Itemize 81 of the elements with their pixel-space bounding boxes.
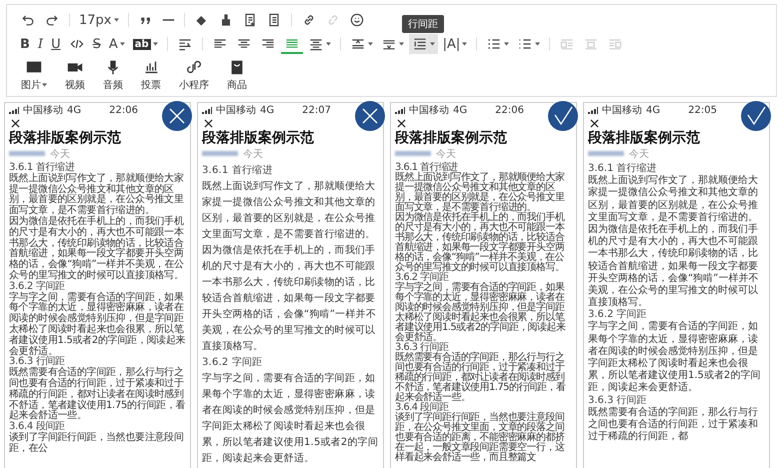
network-type: 4G [453,105,468,116]
italic-button[interactable]: I [34,34,46,54]
section-heading: 3.6.3 行间距 [9,357,65,368]
paragraph: 因为微信是依托在手机上的，而我们手机的尺寸是有大小的，再大也不可能跟一本书那么大，传统印刷读物的话，比较适合首航缩进，如果每一段文字都要开头空两格的话，会像“狗啃”一样并不美观，在公众号的里写推文的时候可以直接顶格写。 [395,213,566,273]
section-heading: 3.6.3 行间距 [588,394,648,407]
carrier-name: 中国移动 [409,105,449,116]
paragraph: 谈到了字间距行间距，当然也要注意段间距，在公 [9,432,185,455]
section-heading: 3.6.3 行间距 [395,343,449,353]
highlight-button[interactable]: ab [130,34,161,54]
close-icon[interactable] [590,119,599,128]
article-title: 段落排版案例示范 [9,130,122,147]
paragraph: 因为微信是依托在手机上的，而我们手机的尺寸是有大小的，再大也不可能跟一本书那么大，传统印刷读物的话，比较适合首航缩进，如果每一段文字都要开头空两格的话，会像“狗啃”一样并不美观，在公众号的里写推文的时候可以直接顶格写。 [588,224,760,308]
line-height-icon [412,36,428,52]
strikethrough-button[interactable]: S [90,34,104,54]
article-title: 段落排版案例示范 [588,130,701,147]
paragraph: 既然需要有合适的字间距，那么行与行之间也要有合适的行间距，过于紧凑和过于稀疏的行间距，都 [588,406,759,444]
section-heading: 3.6.2 字间距 [588,309,648,320]
close-icon[interactable] [397,119,406,128]
signal-icon [588,107,598,114]
status-time: 22:05 [688,105,717,116]
paragraph: 既然上面说到写作文了，那就顺便给大家提一提微信公众号推文和其他文章的区别，最首要的区别就是，在公众号推文里面写文章，是不需要首行缩进的。 [202,180,376,242]
close-icon[interactable] [11,119,20,128]
carrier-name: 中国移动 [602,105,642,116]
paragraph: 既然上面说到写作文了，那就顺便给大家提一提微信公众号推文和其他文章的区别，最首要的区别就是，在公众号推文里面写文章，是不需要首行缩进的。 [9,174,185,216]
network-type: 4G [67,105,82,116]
poll-button[interactable]: 投票 [139,58,163,92]
signal-icon [202,107,212,114]
close-icon[interactable] [204,119,213,128]
letter-spacing-button[interactable]: |A| [440,34,470,54]
article-title: 段落排版案例示范 [202,130,315,147]
carrier-name: 中国移动 [216,105,256,116]
underline-button[interactable]: U [48,34,64,54]
emoji-icon [348,12,364,28]
section-heading: 3.6.2 字间距 [9,282,66,292]
paragraph: 字与字之间，需要有合适的字间距，如果每个字靠的太近，显得密密麻麻，读者在阅读的时候会感觉特别压抑，但是字间距太稀松了阅读时看起来也会很累，所以笔者建议使用1.5或者2的字间距，阅读起来会更舒适。 [395,283,566,343]
blurred-author-name [588,151,624,156]
section-heading: 3.6.4 段间距 [9,422,65,432]
section-heading: 3.6.4 段间距 [395,403,449,413]
blurred-author-name [9,151,45,156]
status-time: 22:06 [495,105,524,116]
section-heading: 3.6.2 字间距 [202,356,264,370]
mini-program-button[interactable]: 小程序 [177,58,211,92]
network-type: 4G [260,105,274,116]
tooltip: 行间距 [402,15,444,33]
status-time: 22:06 [109,105,138,116]
font-size-dropdown-button[interactable]: 17px [76,10,122,30]
status-time: 22:07 [302,105,331,116]
paragraph: 字与字之间，需要有合适的字间距，如果每个字靠的太近，显得密密麻麻，读者在阅读的时候会感觉特别压抑，但是字间距太稀松了阅读时看起来也会很累，所以笔者建议使用1.5或者2的字间距，阅读起来会更舒适。 [202,372,379,466]
section-heading: 3.6.1 首行缩进 [588,163,658,174]
section-heading: 3.6.2 字间距 [395,273,450,283]
section-heading: 3.6.1 首行缩进 [9,163,76,173]
paragraph: 既然上面说到写作文了，那就顺便给大家提一提微信公众号推文和其他文章的区别，最首要的区别就是，在公众号推文里面写文章，是不需要首行缩进的。 [588,175,759,224]
paragraph: 因为微信是依托在手机上的，而我们手机的尺寸是有大小的，再大也不可能跟一本书那么大，传统印刷读物的话，比较适合首航缩进，如果每一段文字都要开头空两格的话，会像“狗啃”一样并不美观，在公众号的里写推文的时候可以直接顶格写。 [202,244,377,354]
audio-button[interactable]: 音频 [101,58,125,92]
publish-date: 今天 [629,148,649,160]
paragraph: 因为微信是依托在手机上的，而我们手机的尺寸是有大小的，再大也不可能跟一本书那么大，传统印刷读物的话，比较适合首航缩进，如果每一段文字都要开头空两格的话，会像“狗啃”一样并不美观，在公众号的里写推文的时候可以直接顶格写。 [9,216,185,281]
image-button[interactable]: 图片 [19,58,49,92]
paragraph: 字与字之间，需要有合适的字间距，如果每个字靠的太近，显得密密麻麻，读者在阅读的时候会感觉特别压抑，但是字间距太稀松了阅读时看起来也会很累，所以笔者建议使用1.5或者2的字间距，阅读起来会更舒适。 [588,321,762,395]
bold-button[interactable]: B [17,34,33,54]
video-button[interactable]: 视频 [63,58,87,92]
paragraph: 字与字之间，需要有合适的字间距，如果每个字靠的太近，显得密密麻麻，读者在阅读的时候会感觉特别压抑，但是字间距太稀松了阅读时看起来也会很累，所以笔者建议使用1.5或者2的字间距，阅读起来会更舒适。 [9,292,186,357]
blurred-author-name [395,151,431,156]
paragraph: 既然需要有合适的字间距，那么行与行之间也要有合适的行间距，过于紧凑和过于稀疏的行间距，都对让读者在阅读时感到不舒适，笔者建议使用1.75的行间距，看起来会舒适一些。 [395,353,566,403]
paragraph: 谈到了字间距行间距，当然也要注意段间距，在公众号推文里面，文章的段落之间也要有合适的距离，不能密密麻麻的都挤在一起，一般文章段间距需要空一行，这样看起来会舒适一些，而且整篇文 [395,413,566,463]
publish-date: 今天 [436,148,456,160]
signal-icon [9,107,19,114]
network-type: 4G [646,105,660,116]
font-color-button[interactable]: A [106,34,128,54]
section-heading: 3.6.1 首行缩进 [395,163,458,173]
paragraph: 既然需要有合适的字间距，那么行与行之间也要有合适的行间距，过于紧凑和过于稀疏的行间距，都对让读者在阅读时感到不舒适，笔者建议使用1.75的行间距，看起来会舒适一些。 [9,368,186,422]
section-heading: 3.6.1 首行缩进 [202,164,274,178]
loop-icon [185,58,203,76]
horizontal-rule-icon [162,19,174,21]
publish-date: 今天 [243,148,263,160]
publish-date: 今天 [50,148,70,160]
article-title: 段落排版案例示范 [395,130,508,147]
paragraph: 既然上面说到写作文了，那就顺便给大家提一提微信公众号推文和其他文章的区别，最首要的区别就是，在公众号推文里面写文章，是不需要首行缩进的。 [395,173,564,213]
signal-icon [395,107,405,114]
carrier-name: 中国移动 [23,105,63,116]
goods-button[interactable]: 商品 [225,58,249,92]
blurred-author-name [202,151,238,156]
